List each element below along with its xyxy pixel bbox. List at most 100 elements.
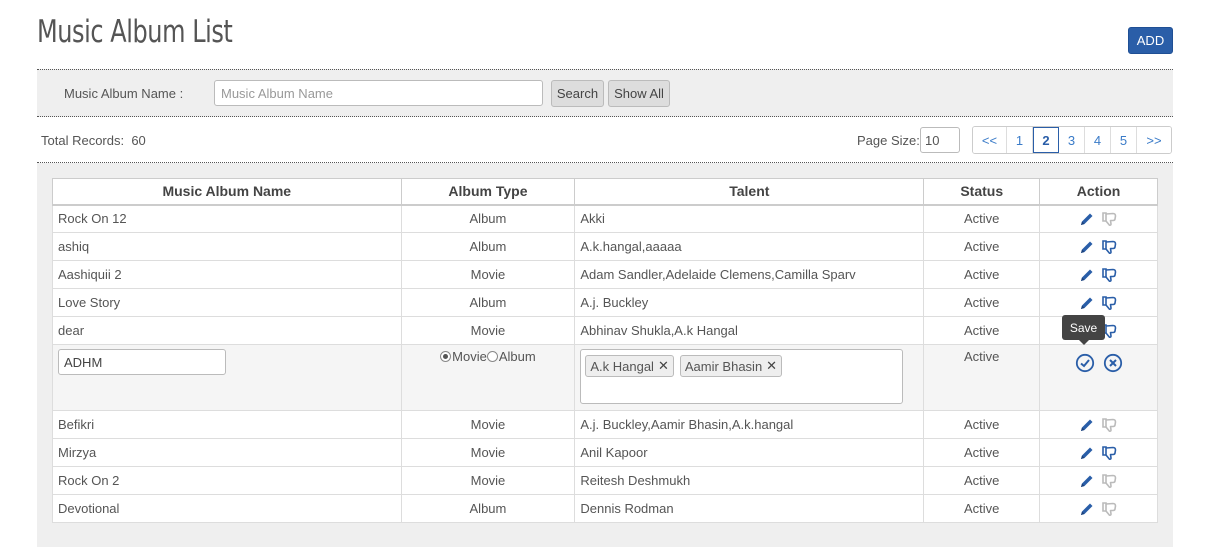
records-bar: Total Records: 60 Page Size: <<12345>> <box>37 118 1173 163</box>
remove-tag-icon[interactable]: ✕ <box>658 358 669 374</box>
status-cell: Active <box>923 260 1041 289</box>
edit-status-cell: Active <box>923 344 1041 411</box>
action-cell <box>1039 410 1158 439</box>
thumbs-down-icon[interactable] <box>1101 267 1118 283</box>
edit-name-cell <box>52 344 402 411</box>
page-link-5[interactable]: 5 <box>1111 127 1137 153</box>
table-row: Aashiquii 2 Movie Adam Sandler,Adelaide Cl… <box>52 260 1158 289</box>
column-header: Talent <box>574 178 925 206</box>
album-type-cell: Album <box>400 204 576 233</box>
album-type-cell: Movie <box>400 410 576 439</box>
edit-pencil-icon[interactable] <box>1079 295 1095 311</box>
movie-radio[interactable] <box>440 351 452 362</box>
save-check-icon[interactable] <box>1075 353 1095 373</box>
search-label: Music Album Name : <box>64 86 184 101</box>
edit-pencil-icon[interactable] <box>1079 473 1095 489</box>
action-cell <box>1039 288 1158 317</box>
table-row: Rock On 2 Movie Reitesh Deshmukh Active <box>52 466 1158 495</box>
page-link-3[interactable]: 3 <box>1059 127 1085 153</box>
search-input[interactable] <box>214 80 543 106</box>
edit-pencil-icon[interactable] <box>1079 417 1095 433</box>
cancel-x-icon[interactable] <box>1103 353 1123 373</box>
edit-pencil-icon[interactable] <box>1079 267 1095 283</box>
album-type-cell: Album <box>400 232 576 261</box>
add-button[interactable]: ADD <box>1128 27 1173 54</box>
thumbs-down-icon[interactable] <box>1101 211 1118 227</box>
status-cell: Active <box>923 316 1041 345</box>
page-size-input[interactable] <box>920 127 960 153</box>
album-type-cell: Movie <box>400 466 576 495</box>
talent-tag-input[interactable]: A.k Hangal ✕ Aamir Bhasin ✕ <box>580 349 904 404</box>
talent-cell: Anil Kapoor <box>574 438 925 467</box>
talent-tag-label: Aamir Bhasin <box>684 358 763 374</box>
edit-pencil-icon[interactable] <box>1079 211 1095 227</box>
status-cell: Active <box>923 438 1041 467</box>
album-name-cell: Befikri <box>52 410 402 439</box>
edit-talent-cell: A.k Hangal ✕ Aamir Bhasin ✕ <box>574 344 925 411</box>
talent-cell: Akki <box>574 204 925 233</box>
column-header: Album Type <box>400 178 576 206</box>
movie-radio-label: Movie <box>452 349 487 364</box>
talent-cell: A.k.hangal,aaaaa <box>574 232 925 261</box>
talent-cell: Abhinav Shukla,A.k Hangal <box>574 316 925 345</box>
table-row: Befikri Movie A.j. Buckley,Aamir Bhasin,A.… <box>52 410 1158 439</box>
status-cell: Active <box>923 494 1041 523</box>
edit-row: MovieAlbumA.k Hangal✕Aamir Bhasin✕Active <box>52 344 1158 411</box>
talent-tag: A.k Hangal ✕ <box>585 355 674 377</box>
column-header: Status <box>923 178 1041 206</box>
edit-type-cell: Movie Album <box>400 344 576 411</box>
page-link-4[interactable]: 4 <box>1085 127 1111 153</box>
edit-pencil-icon[interactable] <box>1079 501 1095 517</box>
table-row: dear Movie Abhinav Shukla,A.k Hangal Active <box>52 316 1158 345</box>
table-row: Rock On 12 Album Akki Active <box>52 204 1158 233</box>
show-all-button[interactable]: Show All <box>608 80 670 107</box>
album-type-cell: Movie <box>400 260 576 289</box>
thumbs-down-icon[interactable] <box>1101 445 1118 461</box>
album-radio-label: Album <box>498 349 536 364</box>
action-cell <box>1039 232 1158 261</box>
remove-tag-icon[interactable]: ✕ <box>766 358 777 374</box>
talent-cell: Dennis Rodman <box>574 494 925 523</box>
album-name-cell: ashiq <box>52 232 402 261</box>
album-name-cell: Rock On 12 <box>52 204 402 233</box>
grid-panel: Music Album Name Album Type Talent Status Ac… <box>37 163 1173 547</box>
page-title: Music Album List <box>37 14 233 50</box>
action-cell <box>1039 204 1158 233</box>
album-name-cell: Mirzya <box>52 438 402 467</box>
table-row: Love Story Album A.j. Buckley Active <box>52 288 1158 317</box>
table-row: Devotional Album Dennis Rodman Active <box>52 494 1158 523</box>
pagination: << 1 2 3 4 5 >> <box>972 126 1172 154</box>
page-link-2[interactable]: 2 <box>1033 127 1059 153</box>
talent-cell: A.j. Buckley <box>574 288 925 317</box>
search-button[interactable]: Search <box>551 80 604 107</box>
thumbs-down-icon[interactable] <box>1101 239 1118 255</box>
edit-pencil-icon[interactable] <box>1079 239 1095 255</box>
page-link-last[interactable]: >> <box>1137 127 1171 153</box>
action-cell <box>1039 438 1158 467</box>
status-cell: Active <box>923 466 1041 495</box>
talent-cell: A.j. Buckley,Aamir Bhasin,A.k.hangal <box>574 410 925 439</box>
edit-action-cell <box>1039 344 1158 411</box>
column-header: Music Album Name <box>52 178 402 206</box>
thumbs-down-icon[interactable] <box>1101 473 1118 489</box>
talent-cell: Reitesh Deshmukh <box>574 466 925 495</box>
talent-tag: Aamir Bhasin ✕ <box>679 355 783 377</box>
album-name-cell: Rock On 2 <box>52 466 402 495</box>
thumbs-down-icon[interactable] <box>1101 417 1118 433</box>
talent-cell: Adam Sandler,Adelaide Clemens,Camilla Sp… <box>574 260 925 289</box>
album-type-cell: Movie <box>400 316 576 345</box>
thumbs-down-icon[interactable] <box>1101 501 1118 517</box>
status-cell: Active <box>923 288 1041 317</box>
thumbs-down-icon[interactable] <box>1101 295 1118 311</box>
album-name-cell: dear <box>52 316 402 345</box>
edit-pencil-icon[interactable] <box>1079 445 1095 461</box>
table-header-row: Music Album Name Album Type Talent Status Ac… <box>52 178 1158 206</box>
album-name-edit-input[interactable] <box>58 349 226 375</box>
album-type-cell: Album <box>400 494 576 523</box>
page-link-first[interactable]: << <box>973 127 1007 153</box>
status-cell: Active <box>923 410 1041 439</box>
album-radio[interactable] <box>486 351 498 362</box>
page-link-1[interactable]: 1 <box>1007 127 1033 153</box>
album-type-cell: Album <box>400 288 576 317</box>
status-cell: Active <box>923 204 1041 233</box>
